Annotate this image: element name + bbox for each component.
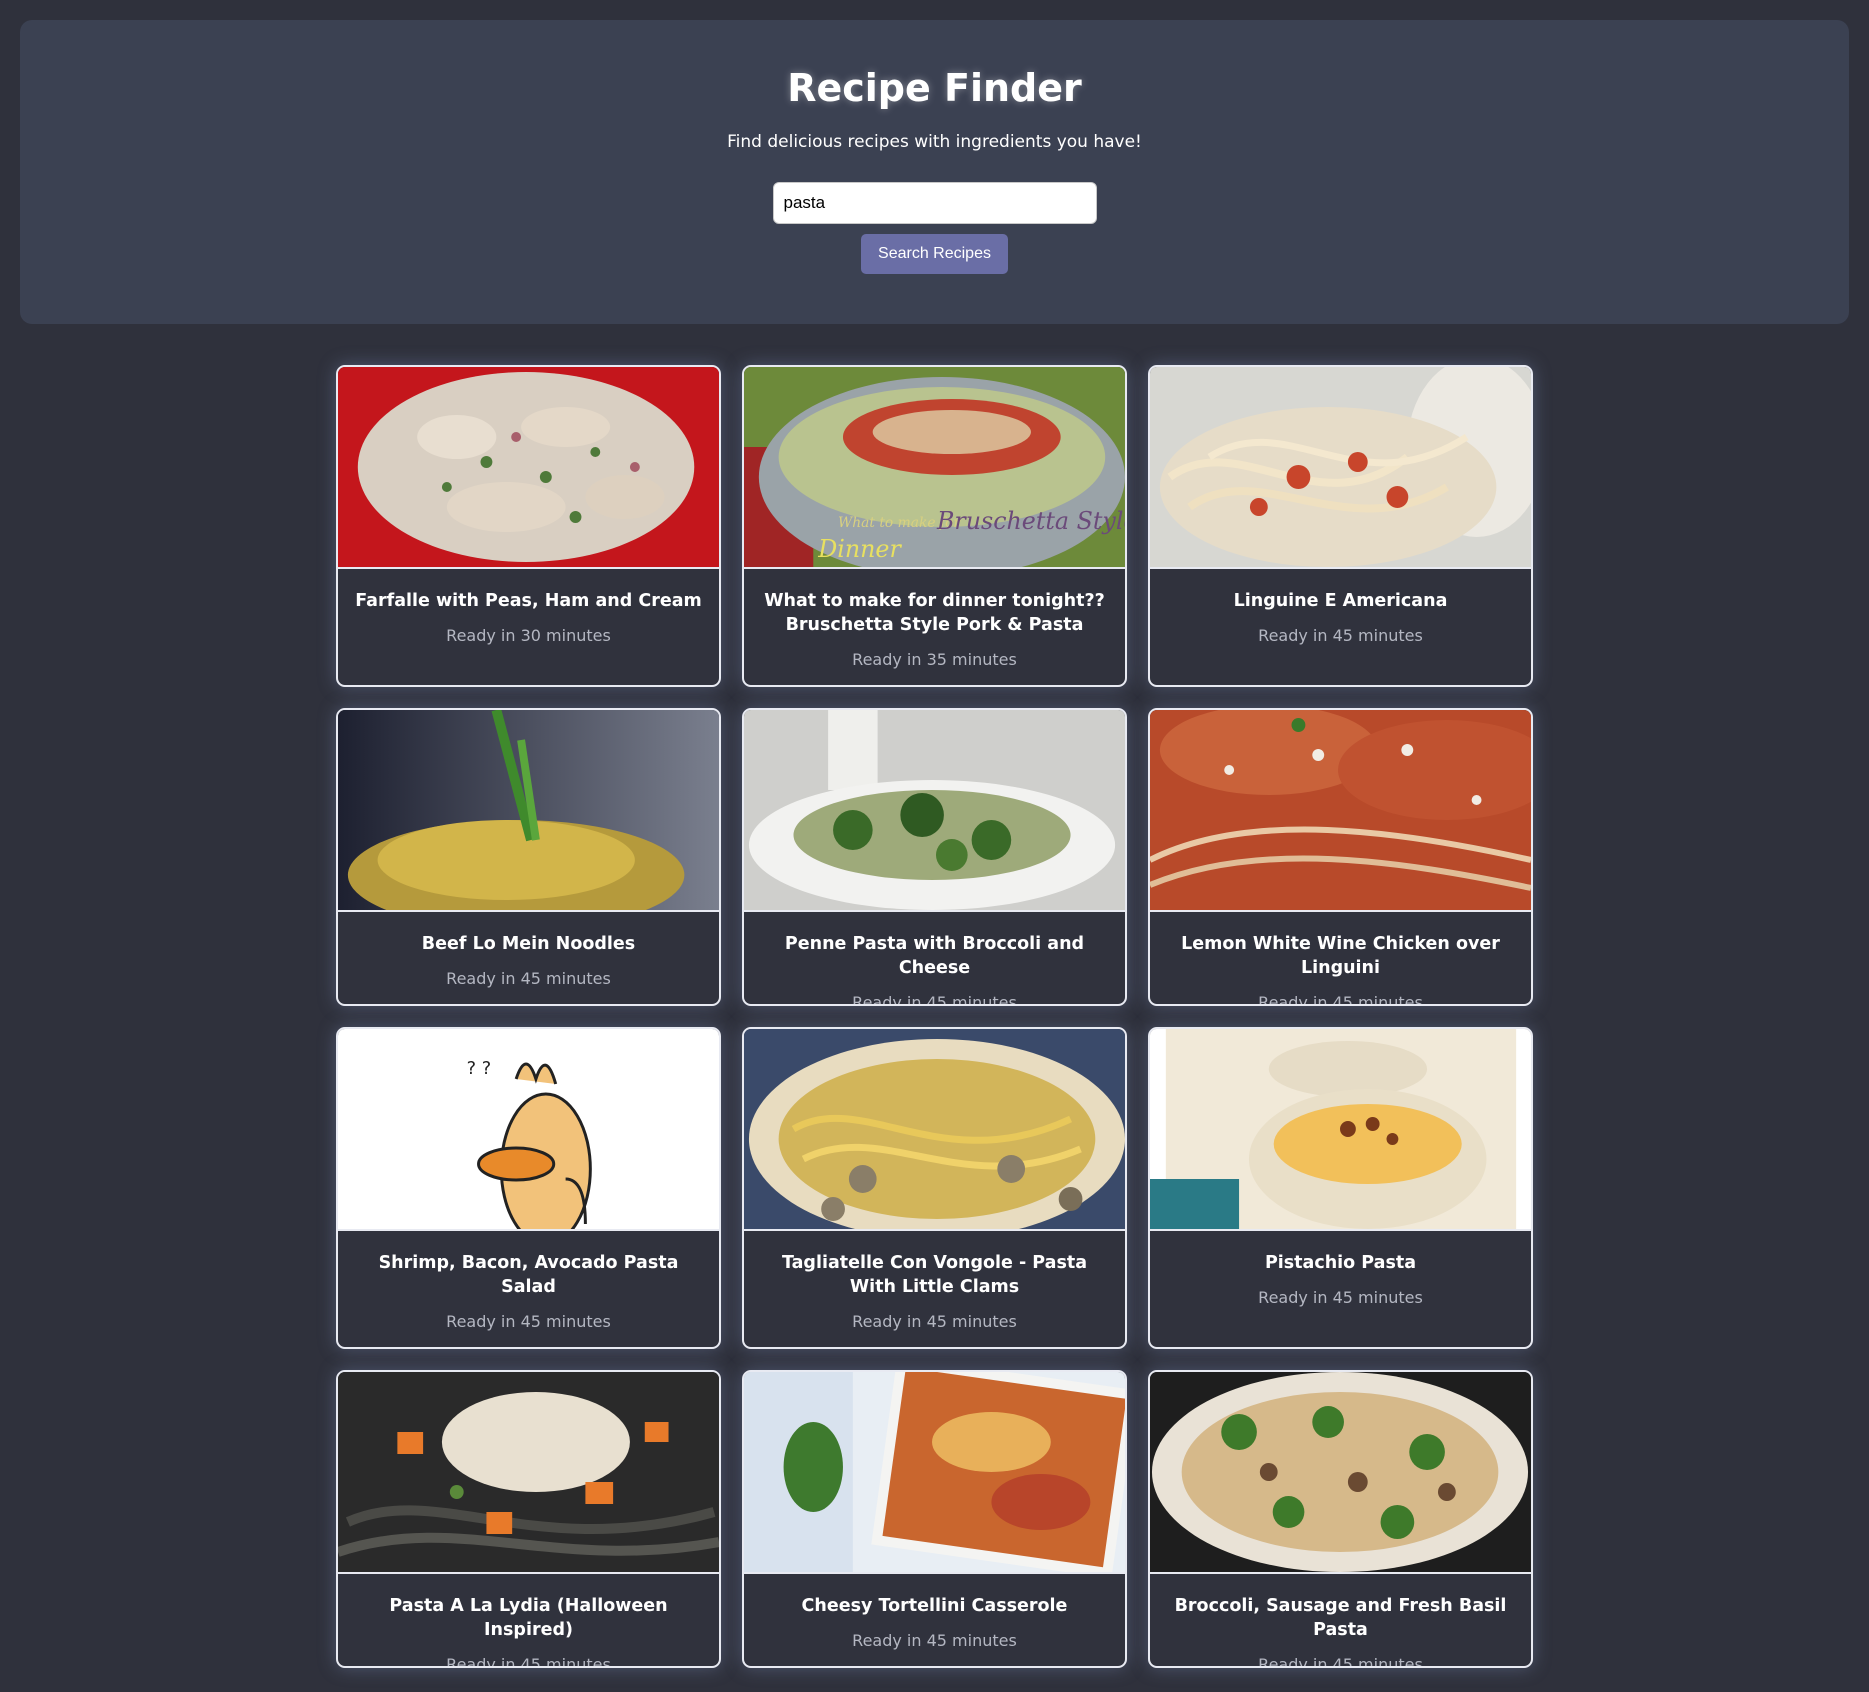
recipe-time: Ready in 45 minutes (1258, 1288, 1423, 1307)
recipe-card[interactable]: Pasta A La Lydia (Halloween Inspired) Re… (336, 1370, 721, 1668)
recipe-image (744, 1372, 1125, 1574)
recipe-time: Ready in 45 minutes (852, 1631, 1017, 1650)
recipe-card[interactable]: What to make for Dinner Bruschetta Style… (742, 365, 1127, 687)
recipe-card[interactable]: Linguine E Americana Ready in 45 minutes (1148, 365, 1533, 687)
recipe-image (1150, 710, 1531, 912)
recipe-title: Broccoli, Sausage and Fresh Basil Pasta (1174, 1596, 1507, 1640)
recipe-time: Ready in 45 minutes (446, 1655, 611, 1668)
recipe-image (338, 367, 719, 569)
search-button[interactable]: Search Recipes (861, 234, 1008, 274)
recipe-title: Farfalle with Peas, Ham and Cream (355, 591, 702, 611)
recipe-time: Ready in 45 minutes (446, 1312, 611, 1331)
recipe-title: What to make for dinner tonight?? Brusch… (764, 591, 1105, 635)
recipe-time: Ready in 45 minutes (852, 1312, 1017, 1331)
overlay-text: Bruschetta Style (936, 507, 1125, 535)
recipe-time: Ready in 45 minutes (446, 969, 611, 988)
recipe-title: Beef Lo Mein Noodles (421, 934, 636, 954)
recipe-card[interactable]: Broccoli, Sausage and Fresh Basil Pasta … (1148, 1370, 1533, 1668)
recipe-image: What to make for Dinner Bruschetta Style (744, 367, 1125, 569)
recipe-image: ? ? (338, 1029, 719, 1231)
recipe-title: Cheesy Tortellini Casserole (801, 1596, 1068, 1616)
recipe-image (338, 710, 719, 912)
svg-text:? ?: ? ? (467, 1058, 492, 1079)
recipe-image (1150, 1372, 1531, 1574)
recipe-title: Pasta A La Lydia (Halloween Inspired) (389, 1596, 668, 1640)
recipe-title: Shrimp, Bacon, Avocado Pasta Salad (378, 1253, 679, 1297)
recipe-card[interactable]: Tagliatelle Con Vongole - Pasta With Lit… (742, 1027, 1127, 1349)
overlay-text: Dinner (817, 535, 902, 563)
recipe-time: Ready in 45 minutes (1258, 1655, 1423, 1668)
search-header: Recipe Finder Find delicious recipes wit… (20, 20, 1849, 324)
search-input[interactable] (772, 182, 1097, 224)
recipe-card[interactable]: Pistachio Pasta Ready in 45 minutes (1148, 1027, 1533, 1349)
recipe-image (1150, 367, 1531, 569)
recipe-image (1150, 1029, 1531, 1231)
recipe-time: Ready in 35 minutes (852, 650, 1017, 669)
recipe-card[interactable]: Penne Pasta with Broccoli and Cheese Rea… (742, 708, 1127, 1006)
recipe-image (744, 710, 1125, 912)
recipe-card[interactable]: ? ? Shrimp, Bacon, Avocado Pasta Salad R… (336, 1027, 721, 1349)
page-title: Recipe Finder (787, 66, 1082, 110)
page-subtitle: Find delicious recipes with ingredients … (727, 132, 1142, 152)
recipe-title: Tagliatelle Con Vongole - Pasta With Lit… (781, 1253, 1088, 1297)
recipe-title: Penne Pasta with Broccoli and Cheese (784, 934, 1085, 978)
recipe-title: Pistachio Pasta (1264, 1253, 1417, 1273)
recipe-grid: Farfalle with Peas, Ham and Cream Ready … (336, 365, 1536, 1668)
recipe-time: Ready in 45 minutes (852, 993, 1017, 1006)
recipe-card[interactable]: Cheesy Tortellini Casserole Ready in 45 … (742, 1370, 1127, 1668)
recipe-image (744, 1029, 1125, 1231)
recipe-time: Ready in 45 minutes (1258, 993, 1423, 1006)
recipe-title: Lemon White Wine Chicken over Linguini (1181, 934, 1500, 978)
recipe-card[interactable]: Farfalle with Peas, Ham and Cream Ready … (336, 365, 721, 687)
recipe-card[interactable]: Lemon White Wine Chicken over Linguini R… (1148, 708, 1533, 1006)
recipe-time: Ready in 30 minutes (446, 626, 611, 645)
recipe-image (338, 1372, 719, 1574)
recipe-title: Linguine E Americana (1233, 591, 1448, 611)
recipe-time: Ready in 45 minutes (1258, 626, 1423, 645)
recipe-card[interactable]: Beef Lo Mein Noodles Ready in 45 minutes (336, 708, 721, 1006)
